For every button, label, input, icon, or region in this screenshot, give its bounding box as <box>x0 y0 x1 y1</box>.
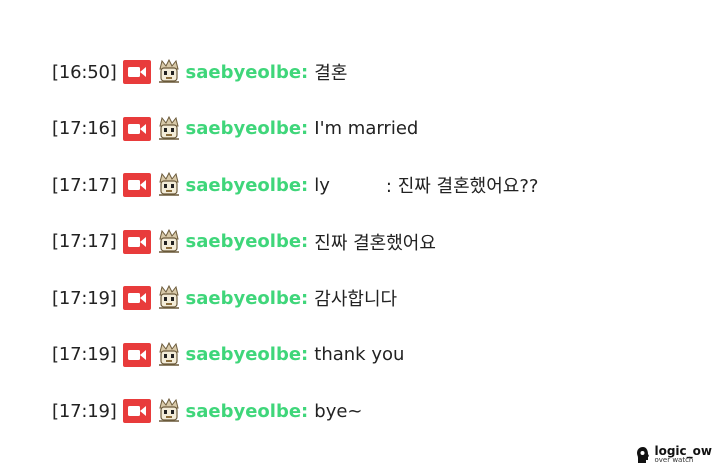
redacted-name <box>329 174 386 197</box>
chat-message: [16:50] saebyeolbe: 결혼 <box>52 44 692 101</box>
username[interactable]: saebyeolbe: <box>186 175 309 196</box>
video-camera-icon <box>122 116 151 141</box>
username[interactable]: saebyeolbe: <box>186 344 309 365</box>
timestamp: [16:50] <box>52 61 117 83</box>
timestamp: [17:19] <box>52 400 117 422</box>
chat-message: [17:17] saebyeolbe: ly : 진짜 결혼했어요?? <box>52 157 692 214</box>
username[interactable]: saebyeolbe: <box>186 231 309 252</box>
timestamp: [17:19] <box>52 344 117 366</box>
message-text-prefix: ly <box>314 174 330 196</box>
subscriber-badge-icon <box>156 59 182 85</box>
watermark-sub: over watch <box>654 456 694 464</box>
message-text-suffix: : 진짜 결혼했어요?? <box>385 176 539 198</box>
timestamp: [17:17] <box>52 174 117 196</box>
username[interactable]: saebyeolbe: <box>186 62 309 83</box>
subscriber-badge-icon <box>156 172 182 198</box>
message-text: I'm married <box>314 118 419 140</box>
message-text: 결혼 <box>314 63 348 85</box>
message-text: bye~ <box>314 400 363 422</box>
subscriber-badge-icon <box>156 341 182 368</box>
subscriber-badge-icon <box>156 398 182 424</box>
video-camera-icon <box>122 286 151 311</box>
chat-message: [17:19] saebyeolbe: 감사합니다 <box>52 270 692 327</box>
username[interactable]: saebyeolbe: <box>186 288 309 309</box>
chat-message: [17:19] saebyeolbe: thank you <box>52 327 692 384</box>
watermark: logic_ow over watch <box>636 445 712 464</box>
chat-message: [17:16] saebyeolbe: I'm married <box>52 101 692 158</box>
message-text: 감사합니다 <box>314 289 398 311</box>
timestamp: [17:16] <box>52 118 117 140</box>
subscriber-badge-icon <box>156 228 182 255</box>
video-camera-icon <box>122 399 151 424</box>
head-silhouette-icon <box>637 446 650 463</box>
timestamp: [17:17] <box>52 231 117 253</box>
chat-message: [17:17] saebyeolbe: 진짜 결혼했어요 <box>52 214 692 271</box>
username[interactable]: saebyeolbe: <box>186 401 309 422</box>
username[interactable]: saebyeolbe: <box>186 118 309 139</box>
subscriber-badge-icon <box>156 115 182 142</box>
chat-log: [16:50] saebyeolbe: 결혼 [17:16] saebyeolb… <box>52 44 692 440</box>
message-text: 진짜 결혼했어요 <box>314 232 436 254</box>
chat-message: [17:19] saebyeolbe: bye~ <box>52 383 692 440</box>
video-camera-icon <box>122 60 151 85</box>
video-camera-icon <box>122 173 151 198</box>
video-camera-icon <box>122 342 151 367</box>
message-text: thank you <box>314 344 405 366</box>
video-camera-icon <box>122 229 151 254</box>
subscriber-badge-icon <box>156 285 182 311</box>
timestamp: [17:19] <box>52 287 117 309</box>
